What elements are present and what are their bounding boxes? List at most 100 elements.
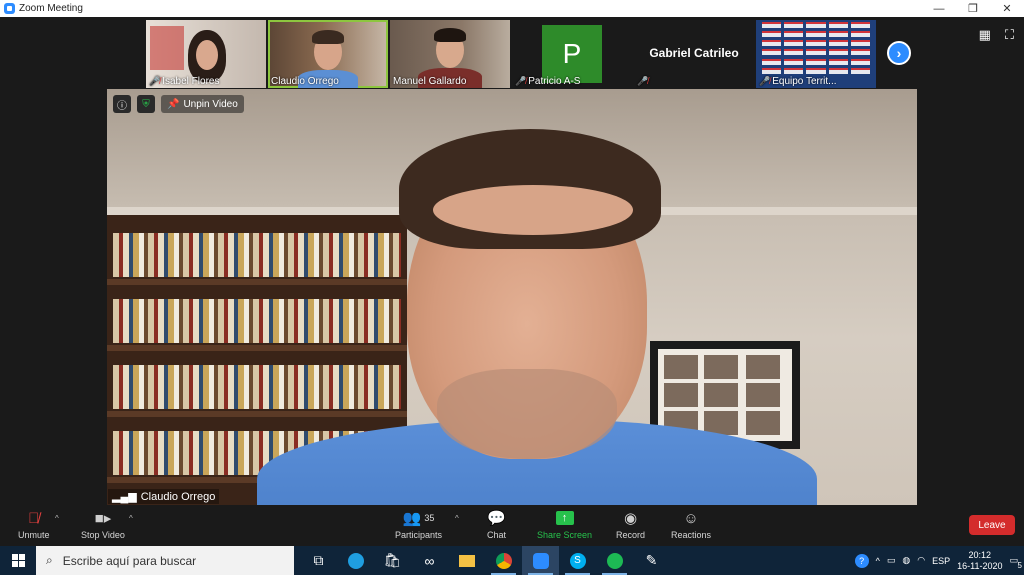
unpin-label: Unpin Video [183,98,238,110]
muted-mic-icon: 🎙̸ [28,509,40,527]
clock-time: 20:12 [968,549,992,560]
stop-video-button[interactable]: ■▸ Stop Video [81,507,125,540]
system-clock[interactable]: 20:12 16-11-2020 [957,550,1002,572]
encryption-shield-icon[interactable]: ⛨ [137,95,155,113]
video-camera-icon: ■▸ [94,510,112,527]
muted-mic-icon: 🎤̸ [637,76,649,86]
participants-button[interactable]: 👥 35 Participants [395,507,442,540]
participant-name-label: 🎤̸ Equipo Territ... [759,76,837,87]
share-screen-label: Share Screen [537,530,593,540]
system-tray: ? ^ ▭ ◍ ◠ ESP 20:12 16-11-2020 ▭ 5 [854,546,1024,575]
participant-name-label: 🎤̸ Patricio A-S [515,76,580,87]
restore-button[interactable]: ❐ [956,0,990,17]
wall-art [150,26,184,70]
speaker-name: Claudio Orrego [140,490,216,503]
record-label: Record [616,530,646,540]
record-button[interactable]: ◉ Record [616,507,645,540]
books-row [113,365,401,409]
participants-icon: 👥 35 [402,510,435,527]
chat-button[interactable]: 💬 Chat [487,507,506,540]
infinity-app-icon[interactable]: ∞ [411,546,448,575]
muted-mic-icon: 🎤̸ [759,76,771,86]
unpin-video-button[interactable]: 📌 Unpin Video [161,95,244,113]
participant-name: Isabel Flores [162,76,220,87]
windows-taskbar: ⌕ Escribe aquí para buscar ⧉ 🛍 ∞ S ✎ ? ^… [0,546,1024,575]
share-screen-icon: ↑ [555,507,574,529]
participants-count: 35 [424,513,435,523]
battery-icon[interactable]: ▭ [887,555,896,566]
speaker-name-label: ▂▄▆ Claudio Orrego [108,489,220,504]
wifi-icon[interactable]: ◠ [917,555,925,566]
record-icon: ◉ [623,510,638,527]
language-indicator[interactable]: ESP [932,556,950,566]
network-icon[interactable]: ◍ [902,555,910,566]
video-options-caret-icon[interactable]: ^ [129,514,133,523]
share-screen-button[interactable]: ↑ Share Screen [537,507,592,540]
notification-count: 5 [1017,561,1022,570]
reactions-button[interactable]: ☺ Reactions [671,507,711,541]
notifications-icon[interactable]: ▭ 5 [1009,555,1022,570]
window-controls: — ❐ ✕ [922,0,1024,17]
participant-face [196,40,218,70]
participant-name: Equipo Territ... [772,76,837,87]
search-placeholder: Escribe aquí para buscar [62,553,197,568]
leave-button[interactable]: Leave [969,515,1015,535]
unmute-button[interactable]: 🎙̸ Unmute [18,507,50,541]
close-button[interactable]: ✕ [990,0,1024,17]
participant-tile-isabel[interactable]: 🎤̸ Isabel Flores [146,20,266,88]
participant-name-large: Gabriel Catrileo [649,46,739,60]
virtual-background-pattern [762,22,870,74]
participant-name: Patricio A-S [528,76,581,87]
zoom-app-icon [4,3,15,14]
unmute-label: Unmute [18,530,50,540]
pinned-app-icon[interactable]: ✎ [633,546,670,575]
participant-avatar: P [542,25,602,83]
participant-tile-claudio[interactable]: Claudio Orrego [268,20,388,88]
participant-name-label: Claudio Orrego [271,76,339,87]
participant-strip: 🎤̸ Isabel Flores Claudio Orrego Manuel Ga… [146,20,876,88]
window-title: Zoom Meeting [19,3,83,14]
audio-options-caret-icon[interactable]: ^ [55,514,59,523]
participant-tile-patricio[interactable]: P 🎤̸ Patricio A-S [512,20,632,88]
info-icon[interactable]: ⓘ [113,95,131,113]
zoom-taskbar-icon[interactable] [522,546,559,575]
fullscreen-icon[interactable]: ⛶ [1005,27,1014,43]
main-video[interactable]: ⓘ ⛨ 📌 Unpin Video ▂▄▆ Claudio Orrego [107,89,917,505]
view-controls: ▦ ⛶ [979,27,1014,43]
start-button[interactable] [0,546,36,575]
title-bar: Zoom Meeting — ❐ ✕ [0,0,1024,17]
books-row [113,299,401,343]
participant-tile-manuel[interactable]: Manuel Gallardo [390,20,510,88]
next-page-arrow-icon[interactable]: › [887,41,911,65]
muted-mic-icon: 🎤̸ [515,76,527,86]
show-hidden-icons-icon[interactable]: ^ [876,556,880,566]
participant-name-label: 🎤̸ Isabel Flores [149,76,219,87]
file-explorer-icon[interactable] [448,546,485,575]
participant-name-label: 🎤̸ [637,76,648,87]
books-row [113,233,401,277]
chat-bubble-icon: 💬 [487,510,506,527]
chrome-icon[interactable] [485,546,522,575]
search-icon: ⌕ [46,553,53,567]
speaker-beard [437,369,617,459]
edge-browser-icon[interactable] [337,546,374,575]
chat-label: Chat [487,530,507,540]
taskbar-search-box[interactable]: ⌕ Escribe aquí para buscar [36,546,294,575]
spotify-icon[interactable] [596,546,633,575]
gallery-view-icon[interactable]: ▦ [979,27,991,43]
video-overlay-controls: ⓘ ⛨ 📌 Unpin Video [113,95,244,113]
participant-name: Claudio Orrego [271,76,339,87]
participant-tile-equipo[interactable]: 🎤̸ Equipo Territ... [756,20,876,88]
task-view-icon[interactable]: ⧉ [300,546,337,575]
participant-hair [434,28,466,42]
participant-tile-gabriel[interactable]: Gabriel Catrileo 🎤̸ [634,20,754,88]
signal-bars-icon: ▂▄▆ [112,491,137,503]
participants-options-caret-icon[interactable]: ^ [455,514,459,523]
minimize-button[interactable]: — [922,0,956,17]
help-icon[interactable]: ? [854,553,869,568]
meeting-toolbar: 🎙̸ Unmute ^ ■▸ Stop Video ^ 👥 35 Particip… [0,505,1024,546]
clock-date: 16-11-2020 [957,560,1003,571]
skype-icon[interactable]: S [559,546,596,575]
store-icon[interactable]: 🛍 [374,546,411,575]
muted-mic-icon: 🎤̸ [149,76,161,86]
